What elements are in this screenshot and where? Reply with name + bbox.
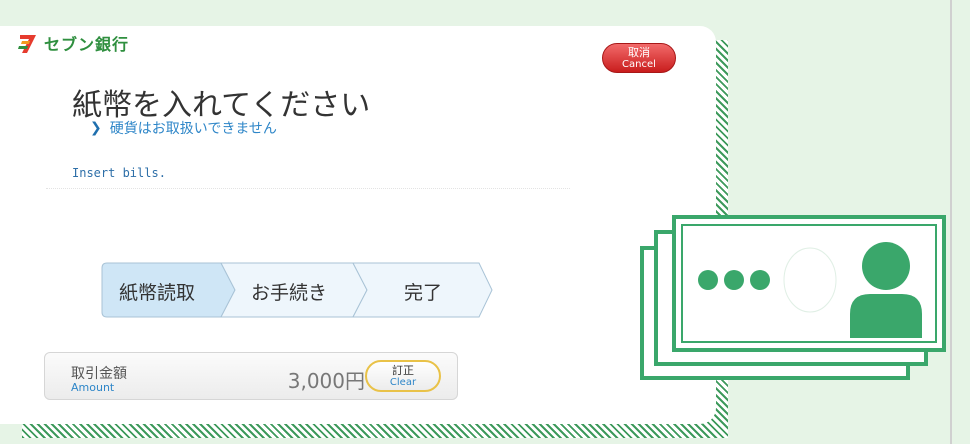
coin-notice-link[interactable]: ❯ 硬貨はお取扱いできません	[90, 118, 277, 138]
clear-label-en: Clear	[389, 377, 417, 388]
screen-edge-divider	[950, 0, 952, 444]
coin-notice-text: 硬貨はお取扱いできません	[109, 121, 277, 137]
cancel-label-en: Cancel	[622, 59, 656, 70]
banknote-icon	[640, 215, 946, 380]
instruction-text-en: Insert bills.	[72, 166, 166, 180]
seven-logo-icon	[18, 35, 36, 53]
brand-logo: セブン銀行	[16, 31, 129, 55]
step-read-bills: 紙幣読取	[119, 282, 196, 304]
cancel-label: 取消	[628, 46, 650, 59]
amount-label-en: Amount	[71, 381, 115, 394]
clear-button[interactable]: 訂正 Clear	[365, 360, 441, 392]
progress-steps: 紙幣読取 お手続き 完了	[101, 262, 493, 318]
chevron-right-icon: ❯	[90, 120, 102, 136]
amount-panel: 取引金額 Amount 3,000円 訂正 Clear	[44, 352, 458, 400]
step-complete: 完了	[404, 282, 443, 304]
amount-label: 取引金額	[71, 366, 127, 382]
clear-label: 訂正	[392, 364, 414, 377]
cancel-button[interactable]: 取消 Cancel	[602, 43, 676, 73]
step-procedure: お手続き	[251, 282, 328, 304]
brand-name: セブン銀行	[44, 35, 130, 54]
amount-value: 3,000円	[287, 369, 365, 393]
dotted-divider	[46, 188, 570, 189]
